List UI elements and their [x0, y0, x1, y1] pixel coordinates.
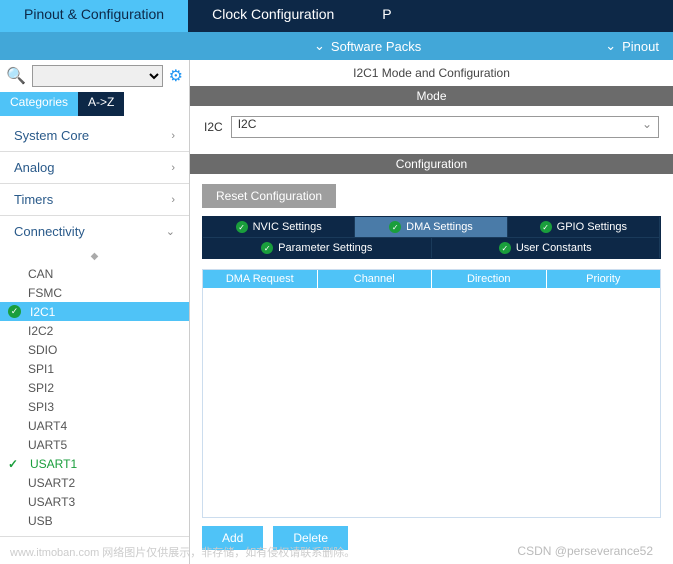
- software-packs-menu[interactable]: ⌄ Software Packs: [300, 38, 435, 54]
- tree-item-uart5[interactable]: UART5: [0, 435, 189, 454]
- software-packs-label: Software Packs: [331, 39, 421, 54]
- left-sidebar: 🔍 ⚙ Categories A->Z System Core › Analog…: [0, 60, 190, 564]
- gear-icon[interactable]: ⚙: [169, 66, 183, 86]
- chevron-down-icon: ⌄: [642, 117, 652, 131]
- chevron-down-icon: ⌄: [605, 38, 616, 54]
- tree-item-uart4[interactable]: UART4: [0, 416, 189, 435]
- tree-group-label: System Core: [14, 128, 89, 143]
- mode-section-header: Mode: [190, 86, 673, 106]
- status-ok-icon: ✓: [236, 221, 248, 233]
- tab-dma-settings[interactable]: ✓ DMA Settings: [355, 217, 507, 237]
- status-ok-icon: ✓: [499, 242, 511, 254]
- sub-toolbar: ⌄ Software Packs ⌄ Pinout: [0, 32, 673, 60]
- status-ok-icon: ✓: [389, 221, 401, 233]
- tree-item-usart2[interactable]: USART2: [0, 473, 189, 492]
- tree-item-spi2[interactable]: SPI2: [0, 378, 189, 397]
- col-direction[interactable]: Direction: [432, 270, 547, 288]
- search-input[interactable]: [32, 65, 163, 87]
- tree-item-i2c1[interactable]: ✓ I2C1: [0, 302, 189, 321]
- tree-group-label: Connectivity: [14, 224, 85, 239]
- tree-group-system-core[interactable]: System Core ›: [0, 120, 189, 151]
- tab-a-to-z[interactable]: A->Z: [78, 92, 124, 116]
- dma-table-body[interactable]: [203, 288, 660, 517]
- tree-group-label: Timers: [14, 192, 53, 207]
- tab-clock-config[interactable]: Clock Configuration: [188, 0, 358, 32]
- tree-item-usb[interactable]: USB: [0, 511, 189, 530]
- mode-select[interactable]: I2C ⌄: [231, 116, 659, 138]
- sort-indicator-icon[interactable]: ◆: [0, 249, 189, 264]
- reset-config-button[interactable]: Reset Configuration: [202, 184, 336, 208]
- tab-pinout-config[interactable]: Pinout & Configuration: [0, 0, 188, 32]
- status-ok-icon: ✓: [540, 221, 552, 233]
- tab-parameter-settings[interactable]: ✓ Parameter Settings: [203, 238, 432, 258]
- col-dma-request[interactable]: DMA Request: [203, 270, 318, 288]
- chevron-down-icon: ⌄: [166, 225, 175, 238]
- chevron-right-icon: ›: [171, 194, 175, 206]
- config-section-header: Configuration: [190, 154, 673, 174]
- tree-group-label: Analog: [14, 160, 54, 175]
- tree-item-sdio[interactable]: SDIO: [0, 340, 189, 359]
- tree-group-timers[interactable]: Timers ›: [0, 184, 189, 215]
- peripheral-tree: System Core › Analog › Timers › Connecti…: [0, 116, 189, 564]
- check-icon: ✓: [8, 457, 22, 471]
- main-tabs: Pinout & Configuration Clock Configurati…: [0, 0, 673, 32]
- tab-categories[interactable]: Categories: [0, 92, 78, 116]
- check-circle-icon: ✓: [8, 305, 22, 318]
- col-priority[interactable]: Priority: [547, 270, 661, 288]
- tab-partial[interactable]: P: [358, 0, 415, 32]
- mode-label: I2C: [204, 120, 223, 134]
- tree-item-fsmc[interactable]: FSMC: [0, 283, 189, 302]
- col-channel[interactable]: Channel: [318, 270, 433, 288]
- tab-nvic-settings[interactable]: ✓ NVIC Settings: [203, 217, 355, 237]
- tree-item-usart1[interactable]: ✓ USART1: [0, 454, 189, 473]
- config-tabs: ✓ NVIC Settings ✓ DMA Settings ✓ GPIO Se…: [202, 216, 661, 259]
- tree-group-analog[interactable]: Analog ›: [0, 152, 189, 183]
- chevron-right-icon: ›: [171, 130, 175, 142]
- status-ok-icon: ✓: [261, 242, 273, 254]
- tab-user-constants[interactable]: ✓ User Constants: [432, 238, 661, 258]
- tab-gpio-settings[interactable]: ✓ GPIO Settings: [508, 217, 660, 237]
- pinout-menu[interactable]: ⌄ Pinout: [591, 38, 673, 54]
- tree-item-spi3[interactable]: SPI3: [0, 397, 189, 416]
- pinout-menu-label: Pinout: [622, 39, 659, 54]
- tree-item-can[interactable]: CAN: [0, 264, 189, 283]
- config-panel: I2C1 Mode and Configuration Mode I2C I2C…: [190, 60, 673, 564]
- chevron-right-icon: ›: [171, 162, 175, 174]
- chevron-down-icon: ⌄: [314, 38, 325, 54]
- tree-item-usart3[interactable]: USART3: [0, 492, 189, 511]
- delete-button[interactable]: Delete: [273, 526, 348, 550]
- tree-item-i2c2[interactable]: I2C2: [0, 321, 189, 340]
- tree-item-spi1[interactable]: SPI1: [0, 359, 189, 378]
- dma-table: DMA Request Channel Direction Priority: [202, 269, 661, 518]
- mode-select-value: I2C: [238, 117, 257, 131]
- add-button[interactable]: Add: [202, 526, 263, 550]
- panel-title: I2C1 Mode and Configuration: [190, 60, 673, 86]
- search-icon[interactable]: 🔍: [6, 66, 26, 86]
- tree-group-connectivity[interactable]: Connectivity ⌄: [0, 216, 189, 247]
